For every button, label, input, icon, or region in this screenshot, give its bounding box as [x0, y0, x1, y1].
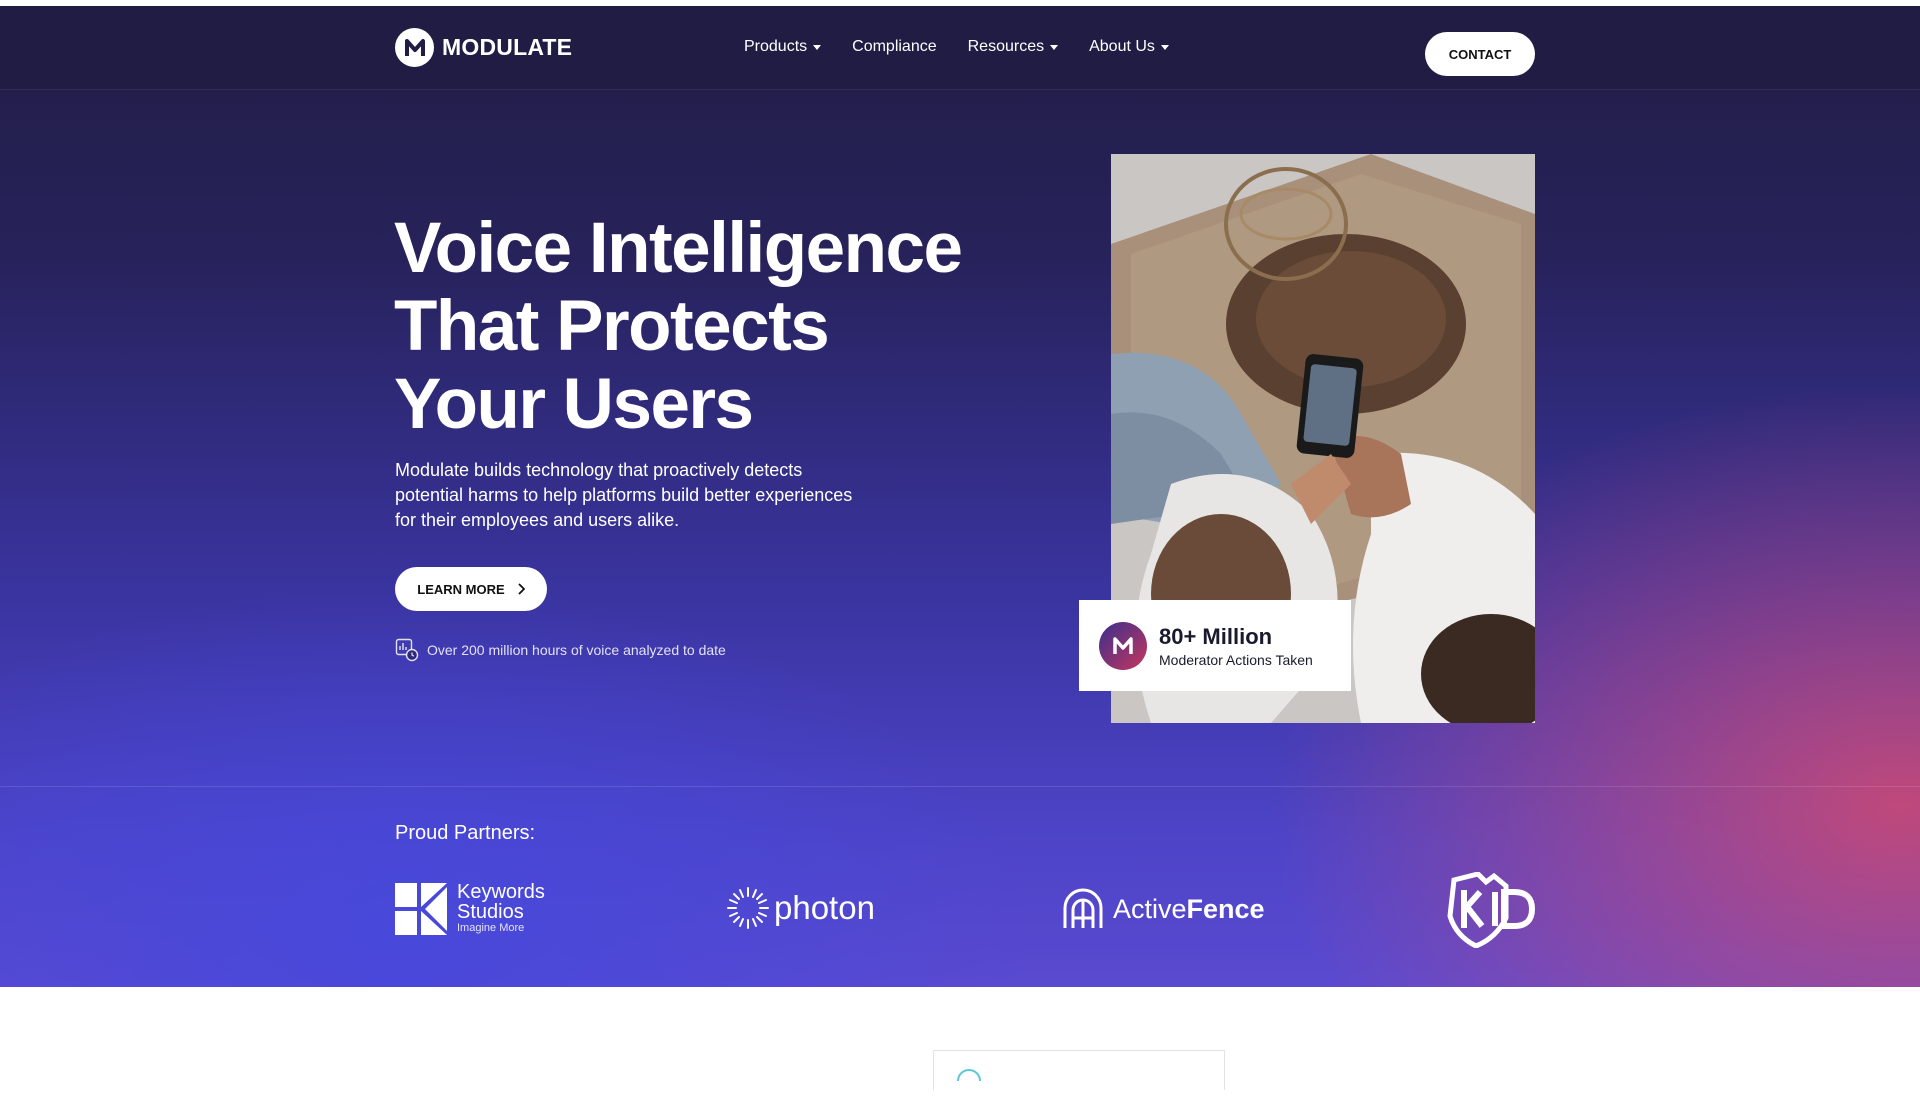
voice-stat: Over 200 million hours of voice analyzed…	[395, 638, 726, 662]
main-nav: Products Compliance Resources About Us	[744, 38, 1200, 56]
partners-section	[0, 786, 1920, 987]
partner-keywords-studios[interactable]: Keywords Studios Imagine More	[395, 882, 545, 935]
hero-headline: Voice Intelligence That Protects Your Us…	[394, 210, 1014, 444]
nav-compliance[interactable]: Compliance	[852, 38, 936, 56]
photon-logo-icon	[727, 887, 769, 929]
partner-activefence[interactable]: Active Fence	[1061, 888, 1265, 930]
partner-kid[interactable]: kID	[1446, 872, 1536, 948]
keywords-studios-logo-icon	[395, 882, 447, 935]
nav-about-us[interactable]: About Us	[1089, 38, 1169, 56]
partners-title: Proud Partners:	[395, 822, 536, 844]
badge-title: 80+ Million	[1159, 623, 1273, 649]
chevron-down-icon	[813, 45, 822, 50]
hero-subtext: Modulate builds technology that proactiv…	[395, 460, 853, 530]
activefence-logo-icon	[1063, 888, 1103, 928]
headline-line-3: Your Users	[394, 365, 754, 444]
activefence-wordmark-b: Fence	[1186, 893, 1265, 924]
nav-resources[interactable]: Resources	[967, 38, 1059, 56]
logo[interactable]: MODULATE	[395, 28, 572, 67]
voice-analytics-icon	[395, 638, 419, 662]
learn-more-button[interactable]: LEARN MORE	[395, 567, 547, 611]
card-icon	[957, 1069, 981, 1082]
logo-text: MODULATE	[442, 34, 573, 60]
nav-products[interactable]: Products	[744, 38, 822, 56]
keywords-line-2: Studios	[457, 901, 524, 923]
nav-compliance-label: Compliance	[852, 38, 937, 55]
activefence-wordmark-a: Active	[1113, 893, 1187, 924]
navbar: MODULATE Products Compliance Resources A…	[0, 6, 1920, 90]
headline-line-2: That Protects	[394, 287, 830, 366]
keywords-studios-wordmark: Keywords Studios Imagine More	[457, 882, 545, 935]
nav-resources-label: Resources	[967, 38, 1045, 55]
chevron-down-icon	[1160, 45, 1169, 50]
content-card	[933, 1050, 1225, 1090]
chevron-down-icon	[1050, 45, 1059, 50]
partner-photon[interactable]: photon	[726, 886, 875, 930]
photon-wordmark: photon	[774, 889, 875, 926]
learn-more-label: LEARN MORE	[417, 581, 505, 597]
contact-button[interactable]: CONTACT	[1425, 32, 1535, 76]
badge-subtitle: Moderator Actions Taken	[1159, 651, 1313, 668]
headline-line-1: Voice Intelligence	[394, 209, 963, 288]
keywords-tagline: Imagine More	[457, 922, 525, 934]
keywords-line-1: Keywords	[457, 881, 545, 903]
voice-stat-text: Over 200 million hours of voice analyzed…	[427, 642, 726, 658]
kid-shield-logo-icon	[1447, 872, 1536, 948]
badge-text: 80+ Million Moderator Actions Taken	[1159, 624, 1313, 668]
modulate-logo-icon	[395, 28, 434, 67]
nav-products-label: Products	[744, 38, 808, 55]
moderator-actions-badge: 80+ Million Moderator Actions Taken	[1079, 600, 1351, 691]
nav-about-us-label: About Us	[1089, 38, 1155, 55]
modulate-badge-icon	[1099, 621, 1147, 670]
chevron-right-icon	[518, 583, 525, 595]
